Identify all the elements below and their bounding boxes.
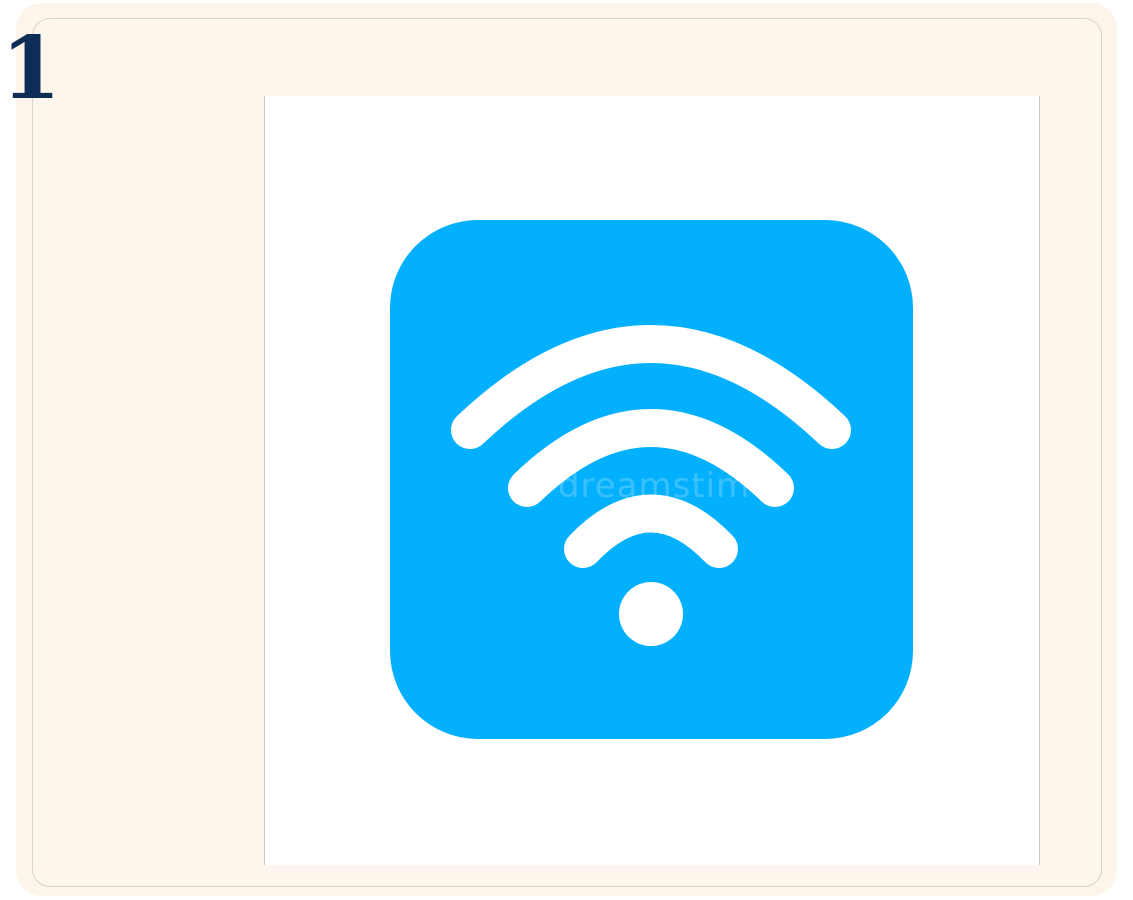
wifi-icon (390, 220, 913, 739)
card-number: 1 (1, 18, 61, 119)
image-panel: dreamstime (264, 96, 1040, 865)
